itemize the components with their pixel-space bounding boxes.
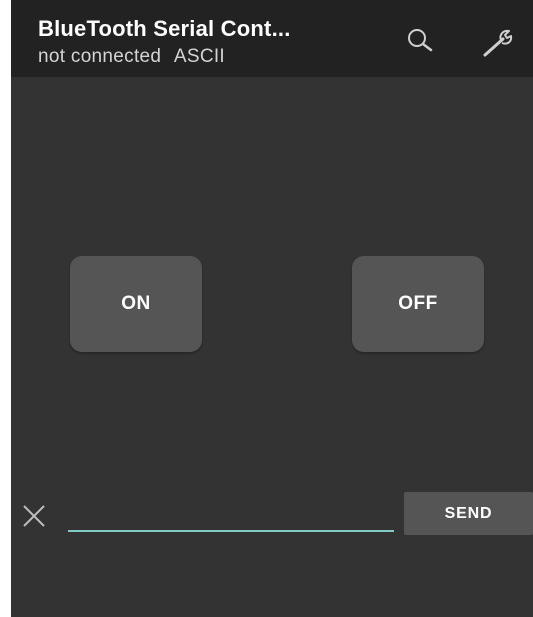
off-button-label: OFF xyxy=(398,293,438,314)
search-button[interactable] xyxy=(401,22,441,62)
close-icon xyxy=(23,505,45,527)
off-button[interactable]: OFF xyxy=(352,256,484,352)
settings-button[interactable] xyxy=(479,22,519,62)
send-button-label: SEND xyxy=(444,504,493,522)
search-icon xyxy=(408,29,433,52)
wrench-icon xyxy=(483,29,513,57)
connection-subtitle: not connected ASCII xyxy=(38,46,225,68)
mode-label: ASCII xyxy=(173,46,225,67)
clear-input-button[interactable] xyxy=(20,500,50,530)
app-title: BlueTooth Serial Cont... xyxy=(38,16,291,41)
send-button[interactable]: SEND xyxy=(404,492,533,535)
action-bar: BlueTooth Serial Cont... not connected A… xyxy=(11,0,533,77)
connection-status: not connected xyxy=(38,46,162,67)
app-screen: BlueTooth Serial Cont... not connected A… xyxy=(11,0,533,617)
on-button-label: ON xyxy=(121,293,151,314)
message-input[interactable] xyxy=(68,496,394,532)
on-button[interactable]: ON xyxy=(70,256,202,352)
